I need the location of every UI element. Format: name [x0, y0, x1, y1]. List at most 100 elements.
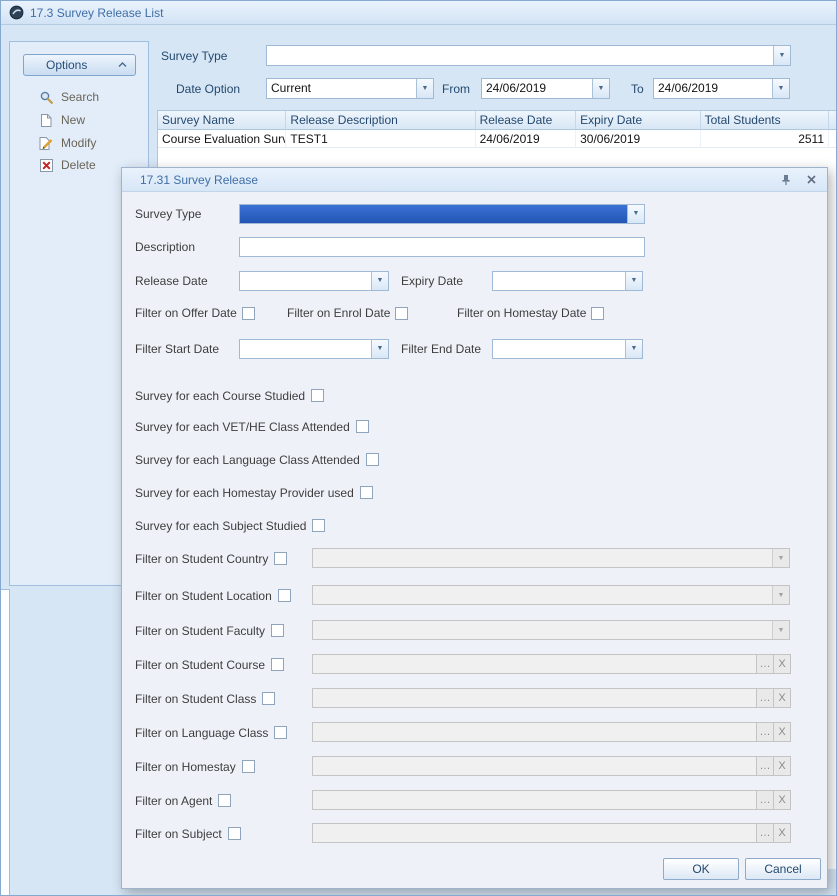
dialog-survey-type-value	[240, 205, 627, 223]
dialog-survey-type-select[interactable]: ▼	[239, 204, 645, 224]
filter-language-class-label: Filter on Language Class	[135, 726, 268, 740]
chevron-down-icon[interactable]: ▼	[625, 340, 642, 358]
chevron-down-icon[interactable]: ▼	[625, 272, 642, 290]
column-header-expiry-date[interactable]: Expiry Date	[576, 111, 700, 130]
pin-icon[interactable]	[778, 172, 794, 188]
expiry-date-picker[interactable]: ▼	[492, 271, 643, 291]
date-option-select[interactable]: Current ▼	[266, 78, 434, 99]
filter-end-date-picker[interactable]: ▼	[492, 339, 643, 359]
clear-x-button: X	[774, 688, 791, 708]
chevron-down-icon: ▼	[772, 621, 789, 639]
release-date-label: Release Date	[135, 274, 239, 288]
filter-student-class-field	[312, 688, 757, 708]
filter-homestay-checkbox[interactable]	[242, 760, 255, 773]
filter-student-country-row: Filter on Student Country ▼	[135, 548, 814, 569]
cancel-button[interactable]: Cancel	[745, 858, 821, 880]
enrol-date-checkbox[interactable]	[395, 307, 408, 320]
options-item-label: Search	[61, 90, 99, 104]
ok-button[interactable]: OK	[663, 858, 739, 880]
survey-vethe-class-row: Survey for each VET/HE Class Attended	[135, 416, 814, 437]
filter-agent-row: Filter on Agent … X	[135, 790, 814, 811]
offer-date-checkbox[interactable]	[242, 307, 255, 320]
table-row[interactable]: Course Evaluation Survey TEST1 24/06/201…	[158, 130, 837, 148]
filter-student-course-row: Filter on Student Course … X	[135, 654, 814, 675]
options-item-new[interactable]: New	[38, 110, 85, 130]
expiry-date-label: Expiry Date	[401, 274, 492, 288]
chevron-down-icon[interactable]: ▼	[371, 340, 388, 358]
filter-agent-checkbox[interactable]	[218, 794, 231, 807]
options-item-label: Modify	[61, 136, 96, 150]
from-date-picker[interactable]: 24/06/2019 ▼	[481, 78, 610, 99]
clear-x-button: X	[774, 790, 791, 810]
chevron-down-icon[interactable]: ▼	[416, 79, 433, 98]
filter-student-course-picker: … X	[312, 654, 791, 674]
dialog-survey-type-label: Survey Type	[135, 207, 239, 221]
filter-homestay-label: Filter on Homestay	[135, 760, 236, 774]
description-input[interactable]	[239, 237, 645, 257]
filter-student-country-label: Filter on Student Country	[135, 552, 268, 566]
filter-student-location-value	[313, 586, 772, 604]
chevron-down-icon[interactable]: ▼	[627, 205, 644, 223]
homestay-date-checkbox[interactable]	[591, 307, 604, 320]
survey-language-class-checkbox[interactable]	[366, 453, 379, 466]
chevron-down-icon[interactable]: ▼	[773, 46, 790, 65]
filter-student-location-checkbox[interactable]	[278, 589, 291, 602]
survey-course-label: Survey for each Course Studied	[135, 389, 305, 403]
filter-language-class-picker: … X	[312, 722, 791, 742]
survey-vethe-class-checkbox[interactable]	[356, 420, 369, 433]
column-header-total-students[interactable]: Total Students	[701, 111, 829, 130]
new-document-icon	[38, 112, 54, 128]
survey-subject-checkbox[interactable]	[312, 519, 325, 532]
filter-student-class-row: Filter on Student Class … X	[135, 688, 814, 709]
dialog-titlebar: 17.31 Survey Release	[122, 168, 827, 192]
release-date-value	[240, 272, 371, 290]
filter-student-faculty-value	[313, 621, 772, 639]
filter-end-value	[493, 340, 625, 358]
browse-ellipsis-button: …	[757, 756, 774, 776]
column-header-survey-name[interactable]: Survey Name	[158, 111, 286, 130]
survey-subject-label: Survey for each Subject Studied	[135, 519, 306, 533]
survey-language-class-label: Survey for each Language Class Attended	[135, 453, 360, 467]
options-item-modify[interactable]: Modify	[38, 133, 96, 153]
survey-course-checkbox[interactable]	[311, 389, 324, 402]
chevron-down-icon[interactable]: ▼	[772, 79, 789, 98]
from-date-value: 24/06/2019	[482, 79, 592, 98]
column-header-release-description[interactable]: Release Description	[286, 111, 475, 130]
filter-student-class-checkbox[interactable]	[262, 692, 275, 705]
filter-student-faculty-label: Filter on Student Faculty	[135, 624, 265, 638]
survey-type-label: Survey Type	[161, 49, 227, 63]
filter-student-course-label: Filter on Student Course	[135, 658, 265, 672]
survey-type-select[interactable]: ▼	[266, 45, 791, 66]
chevron-down-icon[interactable]: ▼	[371, 272, 388, 290]
window-title: 17.3 Survey Release List	[30, 6, 163, 20]
filter-student-faculty-checkbox[interactable]	[271, 624, 284, 637]
survey-homestay-provider-checkbox[interactable]	[360, 486, 373, 499]
date-option-value: Current	[267, 79, 416, 98]
column-header-release-date[interactable]: Release Date	[476, 111, 577, 130]
filter-student-course-field	[312, 654, 757, 674]
chevron-down-icon: ▼	[772, 549, 789, 567]
options-item-search[interactable]: Search	[38, 87, 99, 107]
filter-student-course-checkbox[interactable]	[271, 658, 284, 671]
options-header-button[interactable]: Options	[23, 54, 136, 76]
filter-subject-checkbox[interactable]	[228, 827, 241, 840]
description-label: Description	[135, 240, 239, 254]
filter-agent-label: Filter on Agent	[135, 794, 212, 808]
filter-homestay-field	[312, 756, 757, 776]
filter-student-location-label: Filter on Student Location	[135, 589, 272, 603]
filter-student-country-checkbox[interactable]	[274, 552, 287, 565]
chevron-down-icon[interactable]: ▼	[592, 79, 609, 98]
chevron-up-icon	[118, 62, 127, 68]
release-date-picker[interactable]: ▼	[239, 271, 389, 291]
table-header: Survey Name Release Description Release …	[158, 111, 837, 130]
browse-ellipsis-button: …	[757, 654, 774, 674]
to-date-value: 24/06/2019	[654, 79, 772, 98]
filter-student-class-picker: … X	[312, 688, 791, 708]
survey-type-row: Survey Type ▼	[135, 203, 814, 224]
options-item-label: New	[61, 113, 85, 127]
filter-start-date-picker[interactable]: ▼	[239, 339, 389, 359]
filter-language-class-checkbox[interactable]	[274, 726, 287, 739]
options-item-delete[interactable]: Delete	[38, 155, 96, 175]
to-date-picker[interactable]: 24/06/2019 ▼	[653, 78, 790, 99]
close-icon[interactable]	[803, 172, 819, 188]
